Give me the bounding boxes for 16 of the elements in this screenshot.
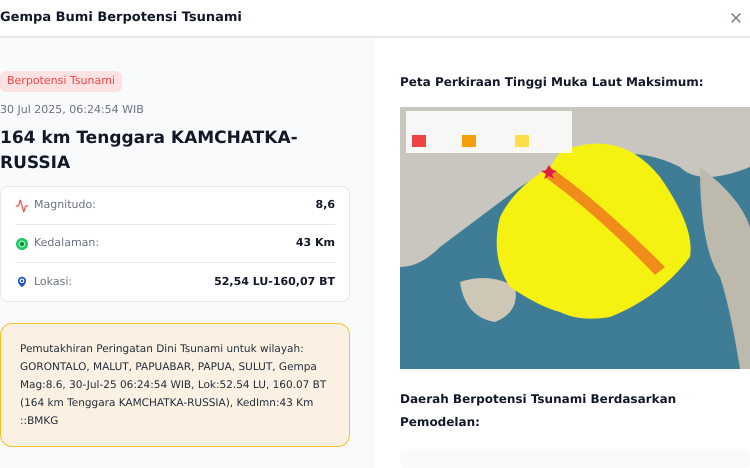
status-badge: Berpotensi Tsunami bbox=[0, 71, 122, 92]
warning-message: Pemutakhiran Peringatan Dini Tsunami untuk wilayah: GORONTALO, MALUT, PAPUABAR, PAPUA, SULUT, Gempa Mag:8.6, 30-Jul-25 06:24:54 WIB, Lok:52.54 LU, 160.07 BT (164 km Tenggara KAMCHATKA-RUSSIA), KedImn:43 Km ::BMKG bbox=[0, 323, 350, 447]
map-pin-icon bbox=[15, 275, 29, 289]
dialog-title: Gempa Bumi Berpotensi Tsunami bbox=[0, 9, 242, 28]
event-time: 30 Jul 2025, 06:24:54 WIB bbox=[0, 102, 145, 118]
detail-label: Lokasi: bbox=[34, 274, 72, 290]
regions-heading: Daerah Berpotensi Tsunami Berdasarkan Pemodelan: bbox=[400, 391, 678, 431]
target-icon bbox=[15, 236, 29, 250]
detail-value: 52,54 LU-160,07 BT bbox=[214, 274, 335, 290]
map-heading: Peta Perkiraan Tinggi Muka Laut Maksimum: bbox=[400, 74, 705, 91]
detail-label: Kedalaman: bbox=[34, 235, 100, 252]
pulse-icon bbox=[15, 198, 29, 212]
detail-value: 8,6 bbox=[316, 197, 335, 214]
detail-value: 43 Km bbox=[296, 235, 335, 252]
detail-label: Magnitudo: bbox=[34, 197, 96, 214]
event-location: 164 km Tenggara KAMCHATKA-RUSSIA bbox=[0, 127, 299, 175]
